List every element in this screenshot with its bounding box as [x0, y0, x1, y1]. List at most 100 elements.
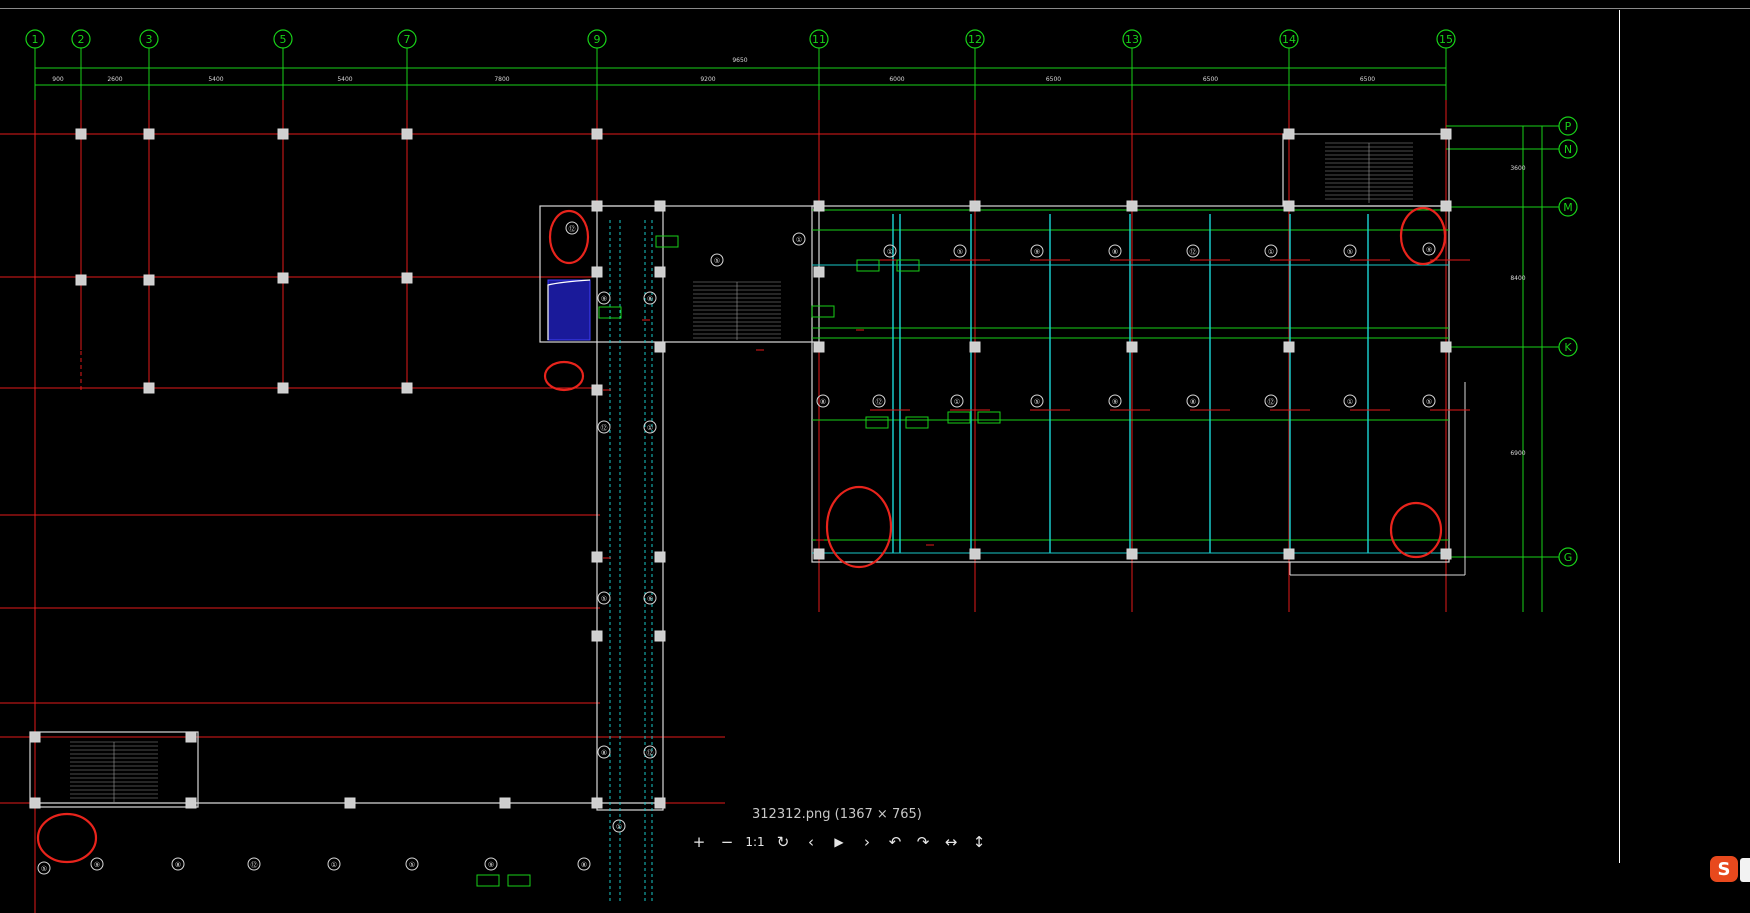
- label-box: [977, 411, 1001, 424]
- flip-horizontal-button[interactable]: ↔: [940, 831, 962, 853]
- column-marker: [1283, 128, 1295, 140]
- rotate-left-button[interactable]: ↶: [884, 831, 906, 853]
- cad-drawing: 1 2 3 5 7 9 11 12 13 14 159650900 2600 5400 5400 7800 9…: [0, 29, 1578, 913]
- column-marker: [654, 551, 666, 563]
- column-marker: [654, 266, 666, 278]
- dimension-text: 5400: [208, 76, 223, 83]
- tag-label: ⑧: [175, 861, 181, 869]
- dimension-text: 2600: [107, 76, 122, 83]
- axis-label: 7: [404, 33, 411, 46]
- column-marker: [1283, 341, 1295, 353]
- tag-label: ⑨: [647, 595, 653, 603]
- axis-label: 9: [594, 33, 601, 46]
- column-marker: [401, 272, 413, 284]
- viewer-toolbar: + − 1:1 ↻ ‹ ▶ › ↶ ↷ ↔ ↕: [688, 830, 990, 854]
- label-box: [811, 305, 835, 318]
- tag-label: ①: [796, 236, 802, 244]
- dimension-text: 9200: [700, 76, 715, 83]
- tag-label: ⑧: [1190, 398, 1196, 406]
- markup-circle: [36, 812, 98, 864]
- actual-size-button[interactable]: 1:1: [744, 831, 766, 853]
- label-box: [947, 411, 971, 424]
- ime-toolbar-edge[interactable]: [1740, 858, 1750, 882]
- refresh-button[interactable]: ↻: [772, 831, 794, 853]
- column-marker: [1126, 548, 1138, 560]
- column-marker: [813, 266, 825, 278]
- column-marker: [401, 382, 413, 394]
- column-marker: [143, 128, 155, 140]
- column-marker: [591, 797, 603, 809]
- tag-label: ①: [647, 424, 653, 432]
- axis-label: G: [1564, 551, 1573, 564]
- rotate-right-icon: ↷: [916, 833, 930, 851]
- label-box: [655, 235, 679, 248]
- axis-label: N: [1564, 143, 1572, 156]
- refresh-icon: ↻: [776, 833, 790, 851]
- markup-circle: [543, 360, 585, 392]
- tag-label: ⑫: [1268, 398, 1275, 406]
- axis-label: M: [1563, 201, 1573, 214]
- minus-icon: −: [720, 833, 734, 851]
- markup-circle: [1399, 206, 1447, 266]
- axis-label: 5: [280, 33, 287, 46]
- tag-label: ⑨: [1426, 246, 1432, 254]
- column-marker: [29, 731, 41, 743]
- actual-size-icon: 1:1: [745, 835, 765, 849]
- column-marker: [1440, 128, 1452, 140]
- column-marker: [654, 797, 666, 809]
- tag-label: ⑫: [647, 749, 654, 757]
- zoom-out-button[interactable]: −: [716, 831, 738, 853]
- column-marker: [143, 382, 155, 394]
- tag-label: ⑤: [601, 595, 607, 603]
- dimension-text: 6900: [1510, 450, 1525, 457]
- column-marker: [185, 731, 197, 743]
- axis-label: 11: [812, 33, 826, 46]
- sogou-ime-icon[interactable]: S: [1710, 856, 1738, 882]
- axis-label: 14: [1282, 33, 1296, 46]
- dimension-text: 6000: [889, 76, 904, 83]
- previous-image-button[interactable]: ‹: [800, 831, 822, 853]
- tag-label: ⑤: [1426, 398, 1432, 406]
- column-marker: [75, 274, 87, 286]
- column-marker: [401, 128, 413, 140]
- slideshow-button[interactable]: ▶: [828, 831, 850, 853]
- rotate-right-button[interactable]: ↷: [912, 831, 934, 853]
- flip-horizontal-icon: ↔: [944, 833, 958, 851]
- dimension-text: 8400: [1510, 275, 1525, 282]
- tag-label: ⑫: [876, 398, 883, 406]
- column-marker: [969, 200, 981, 212]
- column-marker: [344, 797, 356, 809]
- label-box: [865, 416, 889, 429]
- tag-label: ⑨: [1112, 398, 1118, 406]
- tag-label: ⑧: [601, 749, 607, 757]
- rotate-left-icon: ↶: [888, 833, 902, 851]
- column-marker: [591, 384, 603, 396]
- column-marker: [591, 200, 603, 212]
- column-marker: [654, 630, 666, 642]
- column-marker: [75, 128, 87, 140]
- chevron-left-icon: ‹: [808, 833, 814, 851]
- dimension-text: 6500: [1203, 76, 1218, 83]
- tag-label: ①: [331, 861, 337, 869]
- zoom-in-button[interactable]: +: [688, 831, 710, 853]
- axis-label: 12: [968, 33, 982, 46]
- column-marker: [591, 630, 603, 642]
- next-image-button[interactable]: ›: [856, 831, 878, 853]
- column-marker: [143, 274, 155, 286]
- dimension-text: 5400: [337, 76, 352, 83]
- tag-label: ①: [954, 398, 960, 406]
- column-marker: [591, 551, 603, 563]
- shaded-area: [547, 279, 591, 341]
- tag-label: ⑧: [647, 295, 653, 303]
- column-marker: [277, 128, 289, 140]
- dimension-text: 3600: [1510, 165, 1525, 172]
- tag-label: ⑫: [569, 225, 576, 233]
- tag-label: ⑤: [1347, 248, 1353, 256]
- dimension-text: 900: [52, 76, 64, 83]
- tag-label: ⑤: [1034, 398, 1040, 406]
- axis-label: 15: [1439, 33, 1453, 46]
- axis-label: K: [1564, 341, 1572, 354]
- column-marker: [654, 200, 666, 212]
- flip-vertical-button[interactable]: ↕: [968, 831, 990, 853]
- column-marker: [29, 797, 41, 809]
